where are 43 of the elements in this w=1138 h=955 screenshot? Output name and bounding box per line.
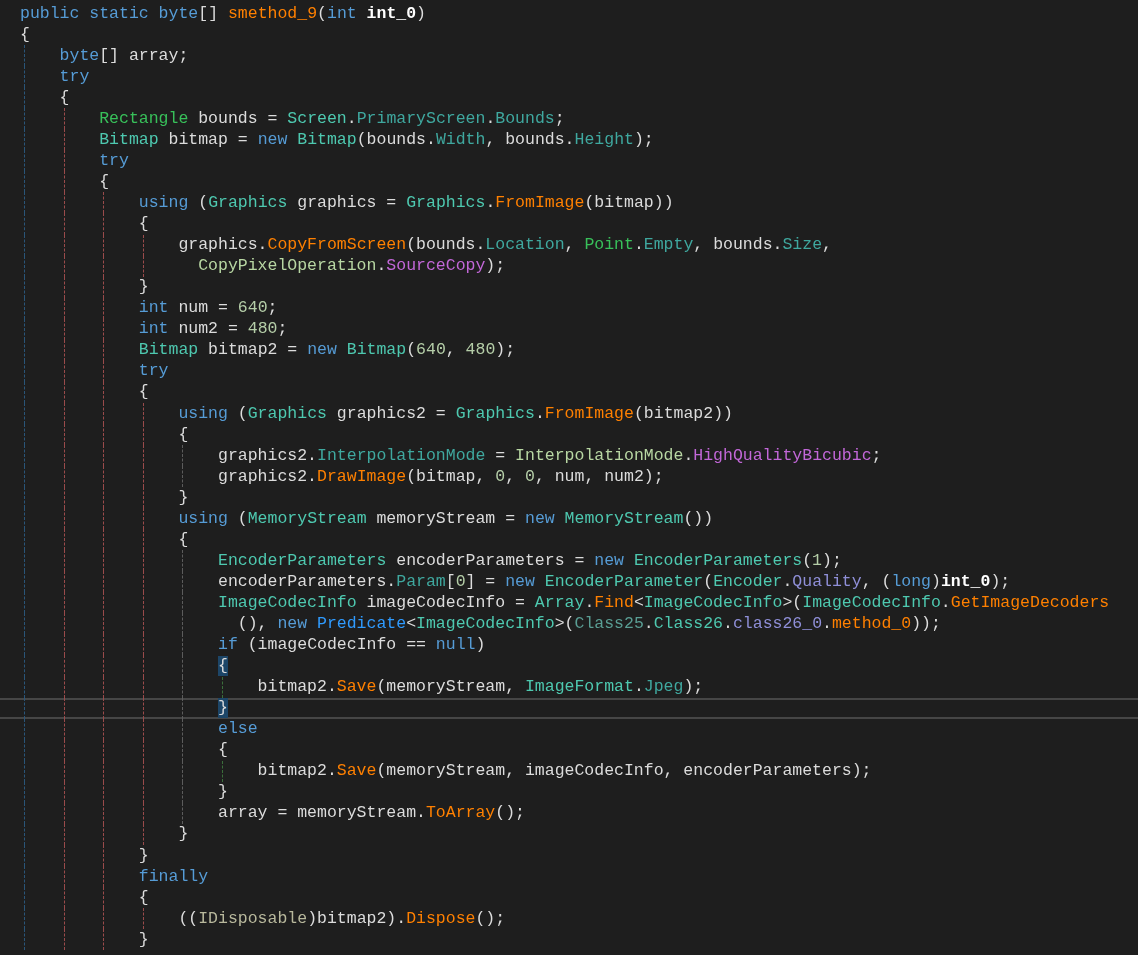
code-line: graphics.CopyFromScreen(bounds.Location, Point.Empty, bounds.Size, (178, 235, 832, 255)
code-line: Bitmap bitmap = new Bitmap(bounds.Width, bounds.Height); (99, 129, 654, 150)
code-line: bitmap2.Save(memoryStream, imageCodecInfo, encoderParameters); (257, 761, 872, 782)
code-line: } (138, 845, 149, 866)
code-line: { (138, 382, 149, 403)
code-line: { (178, 529, 189, 550)
code-line: using (Graphics graphics2 = Graphics.FromImage(bitmap2)) (178, 403, 733, 424)
code-line: int num2 = 480; (138, 319, 288, 340)
code-line: EncoderParameters encoderParameters = new EncoderParameters(1); (218, 550, 842, 571)
code-line: { (178, 424, 189, 445)
code-line: { (138, 887, 149, 908)
code-line: try (99, 150, 129, 171)
code-line: using (Graphics graphics = Graphics.FromImage(bitmap)) (138, 193, 674, 213)
code-line: { (59, 87, 70, 108)
code-line: } (178, 487, 189, 508)
code-line: { (138, 214, 149, 234)
code-line: { (20, 24, 30, 45)
code-line: bitmap2.Save(memoryStream, ImageFormat.Jpeg); (257, 677, 704, 697)
code-line: try (59, 66, 90, 87)
code-line: CopyPixelOperation.SourceCopy); (198, 256, 506, 276)
code-line: { (218, 740, 228, 761)
code-line: (), new Predicate<ImageCodecInfo>(Class25.Class26.class26_0.method_0)); (237, 614, 941, 634)
code-line: } (178, 824, 189, 845)
code-line: encoderParameters.Param[0] = new EncoderParameter(Encoder.Quality, (long)int_0); (218, 571, 1011, 592)
code-line: } (138, 929, 149, 950)
code-line: Rectangle bounds = Screen.PrimaryScreen.Bounds; (99, 108, 565, 129)
code-line: try (138, 361, 169, 382)
code-line: array = memoryStream.ToArray(); (218, 803, 525, 824)
code-line: ImageCodecInfo imageCodecInfo = Array.Find<ImageCodecInfo>(ImageCodecInfo.GetImageDecoders (218, 592, 1110, 613)
code-line: ((IDisposable)bitmap2).Dispose(); (178, 908, 506, 929)
code-line: int num = 640; (138, 298, 278, 319)
code-line: finally (138, 866, 209, 887)
code-line: graphics2.InterpolationMode = InterpolationMode.HighQualityBicubic; (218, 445, 882, 466)
code-line: using (MemoryStream memoryStream = new MemoryStream()) (178, 508, 714, 529)
code-line: else (218, 719, 258, 739)
code-line: if (imageCodecInfo == null) (218, 635, 486, 655)
code-line: graphics2.DrawImage(bitmap, 0, 0, num, num2); (218, 466, 664, 487)
code-line: Bitmap bitmap2 = new Bitmap(640, 480); (138, 340, 516, 361)
code-line: } (218, 782, 228, 803)
code-line: } (138, 277, 149, 298)
code-line: public static byte[] smethod_9(int int_0) (20, 3, 426, 24)
code-line: byte[] array; (59, 45, 189, 66)
code-line: { (99, 172, 110, 192)
